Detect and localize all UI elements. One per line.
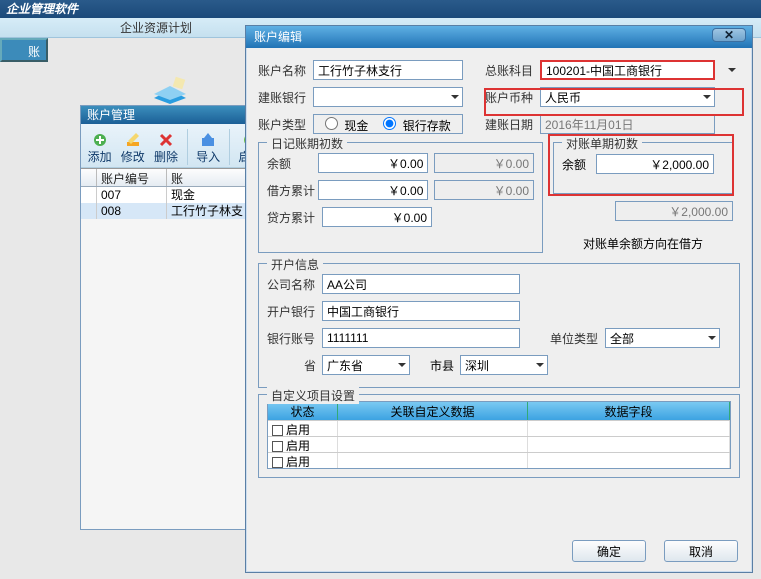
lbl-balance: 余额 — [267, 155, 318, 172]
lbl-credit: 贷方累计 — [267, 209, 322, 226]
ok-button[interactable]: 确定 — [572, 540, 646, 562]
col-account-num[interactable]: 账户编号 — [97, 169, 167, 186]
lbl-gl-subject: 总账科目 — [485, 62, 540, 79]
toolbar-separator — [187, 129, 188, 165]
checkbox-icon[interactable] — [272, 425, 283, 436]
account-manage-window: 账户管理 添加 修改 删除 导入 启用 账户编号 账 007 现金 008 工行… — [80, 105, 270, 530]
lbl-recon-direction: 对账单余额方向在借方 — [583, 235, 703, 252]
radio-bank[interactable]: 银行存款 — [378, 114, 450, 134]
balance-display — [434, 153, 534, 173]
lbl-province: 省 — [267, 357, 322, 374]
open-bank-input[interactable] — [322, 301, 520, 321]
dialog-title: 账户编辑 — [254, 30, 302, 44]
table-row[interactable]: 008 工行竹子林支 — [81, 203, 269, 219]
legend-custom: 自定义项目设置 — [267, 387, 359, 404]
city-combo[interactable] — [460, 355, 548, 375]
lbl-recon-balance: 余额 — [562, 156, 596, 173]
checkbox-icon[interactable] — [272, 457, 283, 468]
gl-subject-combo[interactable] — [540, 60, 715, 80]
currency-combo[interactable] — [540, 87, 715, 107]
unit-type-combo[interactable] — [605, 328, 720, 348]
debit-input[interactable] — [318, 180, 428, 200]
credit-input[interactable] — [322, 207, 432, 227]
lbl-bank: 建账银行 — [258, 89, 313, 106]
build-date-input — [540, 114, 715, 134]
lbl-currency: 账户币种 — [485, 89, 540, 106]
account-edit-dialog: 账户编辑 ✕ 账户名称 总账科目 建账银行 账户币种 账户类型 现金 银行存款 — [245, 25, 753, 573]
cg-col-status: 状态 — [268, 402, 338, 420]
account-manage-title: 账户管理 — [81, 106, 269, 124]
app-title: 企业管理软件 — [6, 2, 78, 16]
custom-grid: 状态 关联自定义数据 数据字段 启用 启用 启用 — [267, 401, 731, 469]
lbl-debit: 借方累计 — [267, 182, 318, 199]
custom-row[interactable]: 启用 — [268, 420, 730, 436]
balance-input[interactable] — [318, 153, 428, 173]
account-name-input[interactable] — [313, 60, 463, 80]
debit-display — [434, 180, 534, 200]
lbl-account-name: 账户名称 — [258, 62, 313, 79]
cancel-button[interactable]: 取消 — [664, 540, 738, 562]
checkbox-icon[interactable] — [272, 441, 283, 452]
radio-cash[interactable]: 现金 — [320, 114, 368, 134]
cg-col-rel: 关联自定义数据 — [338, 402, 528, 420]
lbl-account-type: 账户类型 — [258, 116, 313, 133]
account-type-group: 现金 银行存款 — [313, 114, 463, 134]
account-toolbar: 添加 修改 删除 导入 启用 — [81, 124, 269, 168]
legend-recon-begin: 对账单期初数 — [562, 135, 642, 152]
lbl-city: 市县 — [430, 357, 460, 374]
toolbar-edit[interactable]: 修改 — [118, 132, 147, 165]
lbl-bank-acct: 银行账号 — [267, 330, 322, 347]
lbl-company: 公司名称 — [267, 276, 322, 293]
lbl-open-bank: 开户银行 — [267, 303, 322, 320]
app-titlebar: 企业管理软件 — [0, 0, 761, 18]
lbl-unit-type: 单位类型 — [550, 330, 605, 347]
recon-balance-input[interactable] — [596, 154, 714, 174]
decorative-book-icon — [150, 70, 190, 106]
toolbar-separator — [229, 129, 230, 165]
close-button[interactable]: ✕ — [712, 28, 746, 42]
recon-balance-display — [615, 201, 733, 221]
account-grid: 账户编号 账 007 现金 008 工行竹子林支 — [81, 168, 269, 219]
legend-journal-begin: 日记账期初数 — [267, 135, 347, 152]
build-bank-combo[interactable] — [313, 87, 463, 107]
toolbar-add[interactable]: 添加 — [85, 132, 114, 165]
legend-open-info: 开户信息 — [267, 256, 323, 273]
custom-row[interactable]: 启用 — [268, 436, 730, 452]
grid-header: 账户编号 账 — [81, 169, 269, 187]
province-combo[interactable] — [322, 355, 410, 375]
toolbar-delete[interactable]: 删除 — [151, 132, 180, 165]
lbl-build-date: 建账日期 — [485, 116, 540, 133]
dialog-titlebar: 账户编辑 ✕ — [246, 26, 752, 48]
bank-acct-input[interactable] — [322, 328, 520, 348]
company-input[interactable] — [322, 274, 520, 294]
toolbar-import[interactable]: 导入 — [194, 132, 223, 165]
table-row[interactable]: 007 现金 — [81, 187, 269, 203]
custom-row[interactable]: 启用 — [268, 452, 730, 468]
left-tab-account[interactable]: 账 — [0, 38, 48, 62]
cg-col-field: 数据字段 — [528, 402, 730, 420]
